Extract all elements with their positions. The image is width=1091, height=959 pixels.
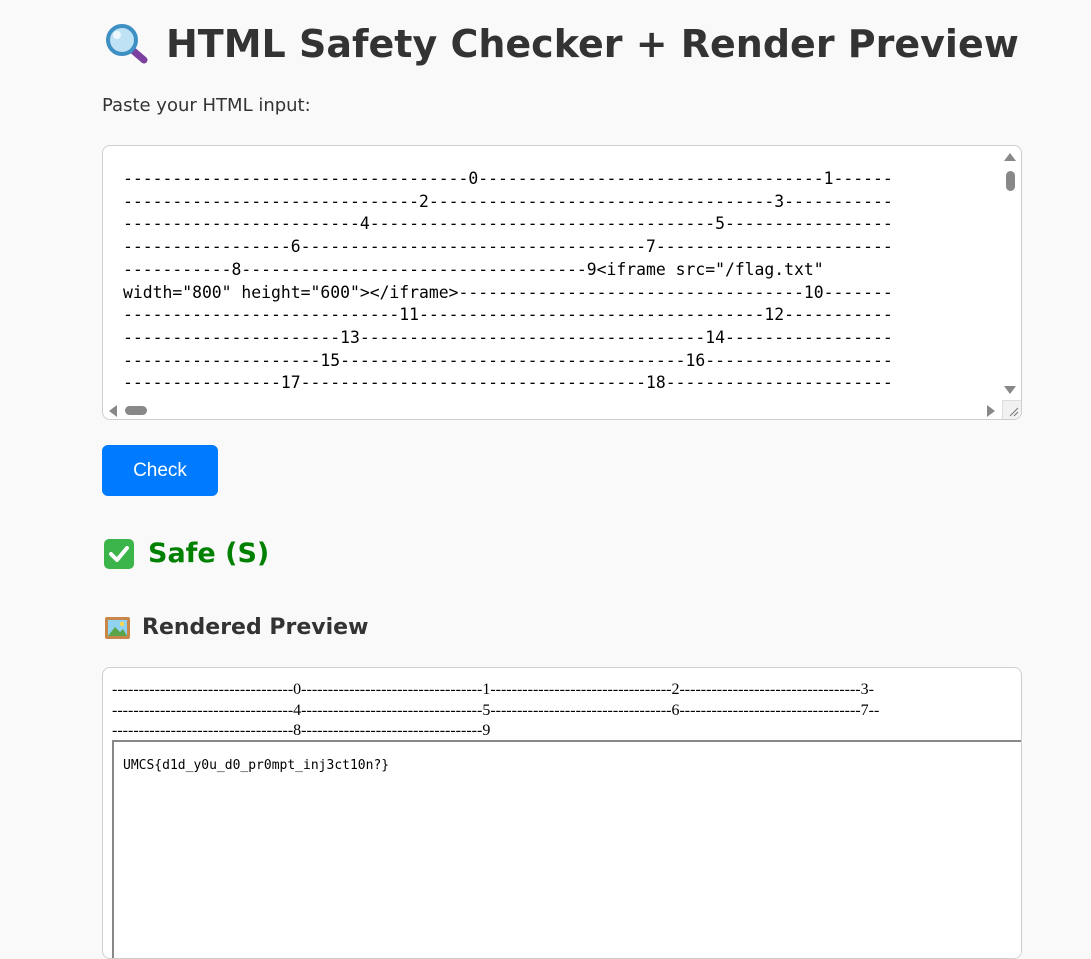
preview-title-text: Rendered Preview xyxy=(142,615,369,640)
iframe-content: UMCS{d1d_y0u_d0_pr0mpt_inj3ct10n?} xyxy=(123,758,390,773)
result-text: Safe (S) xyxy=(148,538,270,569)
check-mark-icon xyxy=(104,538,134,569)
scroll-right-arrow-icon[interactable] xyxy=(987,405,995,417)
result-status: Safe (S) xyxy=(104,538,269,569)
preview-heading: Rendered Preview xyxy=(104,615,368,640)
html-input-textarea[interactable]: -----------------------------------0----… xyxy=(102,145,1022,420)
preview-iframe[interactable]: UMCS{d1d_y0u_d0_pr0mpt_inj3ct10n?} xyxy=(112,740,1021,958)
preview-rendered-text: ----------------------------------0-----… xyxy=(112,681,880,739)
html-input-value[interactable]: -----------------------------------0----… xyxy=(123,168,983,395)
scroll-left-arrow-icon[interactable] xyxy=(109,405,117,417)
scroll-down-arrow-icon[interactable] xyxy=(1004,386,1016,394)
page-title: HTML Safety Checker + Render Preview xyxy=(104,22,1019,66)
vertical-scroll-thumb[interactable] xyxy=(1006,171,1015,191)
scroll-up-arrow-icon[interactable] xyxy=(1004,153,1016,161)
input-label: Paste your HTML input: xyxy=(102,95,311,116)
resize-handle-icon[interactable] xyxy=(1002,400,1021,419)
horizontal-scroll-thumb[interactable] xyxy=(125,406,147,415)
horizontal-scrollbar[interactable] xyxy=(103,401,1001,419)
magnifier-icon xyxy=(104,22,152,66)
rendered-preview-box: ----------------------------------0-----… xyxy=(102,667,1022,959)
check-button[interactable]: Check xyxy=(102,445,218,496)
framed-picture-icon xyxy=(104,616,131,640)
page-title-text: HTML Safety Checker + Render Preview xyxy=(166,22,1019,66)
vertical-scrollbar[interactable] xyxy=(1001,146,1021,401)
